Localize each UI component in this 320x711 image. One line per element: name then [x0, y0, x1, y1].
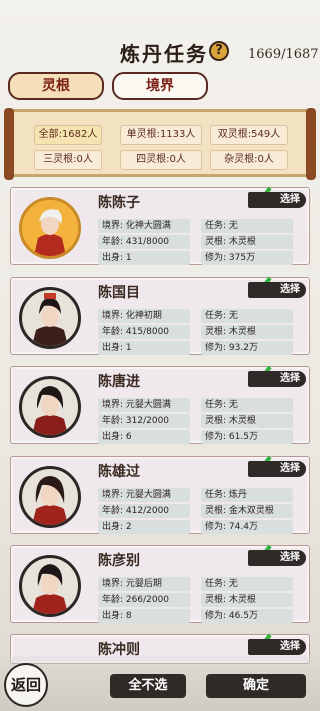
spirit-root-field: 灵根: 木灵根 — [201, 414, 293, 428]
spirit-root-field: 灵根: 木灵根 — [201, 325, 293, 339]
disciple-name: 陈雄过 — [98, 464, 140, 480]
realm-field: 境界: 元婴大圆满 — [98, 488, 190, 502]
disciple-avatar — [19, 466, 81, 528]
select-button[interactable]: 选择 — [248, 192, 306, 208]
header: 炼丹任务 ? 1669/1687 — [0, 0, 320, 70]
portrait-icon — [32, 564, 68, 614]
origin-field: 出身: 1 — [98, 341, 190, 355]
spirit-root-field: 灵根: 木灵根 — [201, 593, 293, 607]
cultivation-field: 修为: 375万 — [201, 251, 293, 265]
confirm-button[interactable]: 确定 — [206, 674, 306, 698]
origin-field: 出身: 6 — [98, 430, 190, 444]
disciple-avatar — [19, 287, 81, 349]
cultivation-field: 修为: 46.5万 — [201, 609, 293, 623]
filter-dual-root[interactable]: 双灵根:549人 — [210, 125, 288, 145]
deselect-all-button[interactable]: 全不选 — [110, 674, 186, 698]
origin-field: 出身: 8 — [98, 609, 190, 623]
help-icon[interactable]: ? — [209, 41, 229, 61]
tab-realm[interactable]: 境界 — [112, 72, 208, 100]
filter-single-root[interactable]: 单灵根:1133人 — [120, 125, 202, 145]
filter-panel: 全部:1682人 单灵根:1133人 双灵根:549人 三灵根:0人 四灵根:0… — [4, 108, 316, 180]
age-field: 年龄: 312/2000 — [98, 414, 190, 428]
task-field: 任务: 无 — [201, 398, 293, 412]
disciple-card[interactable]: 陈唐进 选择 境界: 元婴大圆满 年龄: 312/2000 出身: 6 任务: … — [10, 365, 310, 444]
disciple-name: 陈唐进 — [98, 374, 140, 390]
origin-field: 出身: 1 — [98, 251, 190, 265]
disciple-avatar — [19, 197, 81, 259]
disciple-name: 陈彦别 — [98, 553, 140, 569]
disciple-card[interactable]: 陈彦别 选择 境界: 元婴后期 年龄: 266/2000 出身: 8 任务: 无… — [10, 544, 310, 623]
task-field: 任务: 无 — [201, 309, 293, 323]
task-field: 任务: 炼丹 — [201, 488, 293, 502]
filter-all[interactable]: 全部:1682人 — [34, 125, 102, 145]
filter-quad-root[interactable]: 四灵根:0人 — [120, 150, 202, 170]
task-field: 任务: 无 — [201, 577, 293, 591]
portrait-icon — [32, 476, 68, 525]
disciple-avatar — [19, 555, 81, 617]
realm-field: 境界: 元婴后期 — [98, 577, 190, 591]
back-button[interactable]: 返回 — [4, 663, 48, 707]
select-button[interactable]: 选择 — [248, 550, 306, 566]
page-title: 炼丹任务 — [120, 42, 208, 66]
filter-mixed-root[interactable]: 杂灵根:0人 — [210, 150, 288, 170]
age-field: 年龄: 412/2000 — [98, 504, 190, 518]
age-field: 年龄: 266/2000 — [98, 593, 190, 607]
disciple-card[interactable]: 陈雄过 选择 境界: 元婴大圆满 年龄: 412/2000 出身: 2 任务: … — [10, 455, 310, 534]
spirit-root-field: 灵根: 金木双灵根 — [201, 504, 293, 518]
spirit-root-field: 灵根: 木灵根 — [201, 235, 293, 249]
realm-field: 境界: 化神初期 — [98, 309, 190, 323]
cultivation-field: 修为: 74.4万 — [201, 520, 293, 534]
portrait-icon — [32, 293, 68, 346]
scroll-rod-left — [4, 108, 14, 180]
disciple-name: 陈陈子 — [98, 195, 140, 211]
scroll-rod-right — [306, 108, 316, 180]
realm-field: 境界: 化神大圆满 — [98, 219, 190, 233]
disciple-name: 陈国目 — [98, 285, 140, 301]
disciple-avatar — [19, 376, 81, 438]
tab-spirit-root[interactable]: 灵根 — [8, 72, 104, 100]
age-field: 年龄: 431/8000 — [98, 235, 190, 249]
cultivation-field: 修为: 61.5万 — [201, 430, 293, 444]
disciple-card[interactable]: 陈国目 选择 境界: 化神初期 年龄: 415/8000 出身: 1 任务: 无… — [10, 276, 310, 355]
select-button[interactable]: 选择 — [248, 639, 306, 655]
disciple-card[interactable]: 陈陈子 选择 境界: 化神大圆满 年龄: 431/8000 出身: 1 任务: … — [10, 186, 310, 265]
select-button[interactable]: 选择 — [248, 371, 306, 387]
cultivation-field: 修为: 93.2万 — [201, 341, 293, 355]
realm-field: 境界: 元婴大圆满 — [98, 398, 190, 412]
portrait-icon — [32, 386, 68, 435]
portrait-icon — [22, 200, 78, 256]
task-field: 任务: 无 — [201, 219, 293, 233]
disciple-counter: 1669/1687 — [248, 47, 319, 62]
select-button[interactable]: 选择 — [248, 282, 306, 298]
origin-field: 出身: 2 — [98, 520, 190, 534]
select-button[interactable]: 选择 — [248, 461, 306, 477]
filter-triple-root[interactable]: 三灵根:0人 — [34, 150, 102, 170]
age-field: 年龄: 415/8000 — [98, 325, 190, 339]
